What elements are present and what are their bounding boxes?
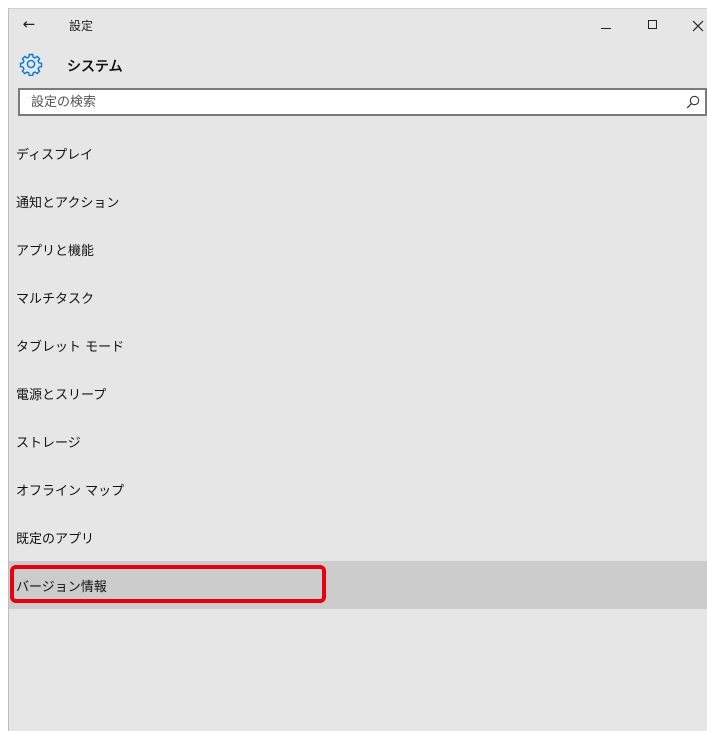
nav-item-about[interactable]: バージョン情報 (9, 561, 707, 609)
nav-item-label: バージョン情報 (16, 580, 107, 595)
nav-item-default-apps[interactable]: 既定のアプリ (9, 513, 707, 561)
title-bar: ← 設定 (9, 9, 707, 41)
page-header: システム (9, 51, 707, 81)
nav-item-label: 電源とスリープ (16, 388, 107, 403)
nav-item-display[interactable]: ディスプレイ (9, 129, 707, 177)
page-title: システム (67, 59, 123, 75)
nav-item-label: ストレージ (16, 436, 81, 451)
close-icon (692, 20, 704, 32)
search-box[interactable] (18, 88, 707, 116)
nav-item-apps-features[interactable]: アプリと機能 (9, 225, 707, 273)
back-button[interactable]: ← (19, 14, 39, 34)
minimize-button[interactable] (596, 15, 616, 35)
maximize-button[interactable] (643, 15, 663, 35)
close-button[interactable] (688, 15, 707, 35)
gear-icon (19, 53, 43, 76)
nav-item-power-sleep[interactable]: 電源とスリープ (9, 369, 707, 417)
nav-item-label: タブレット モード (16, 340, 125, 355)
search-icon[interactable] (685, 94, 701, 110)
nav-item-offline-maps[interactable]: オフライン マップ (9, 465, 707, 513)
nav-item-label: 通知とアクション (16, 196, 120, 211)
window-title: 設定 (69, 19, 94, 33)
nav-item-multitasking[interactable]: マルチタスク (9, 273, 707, 321)
nav-item-tablet-mode[interactable]: タブレット モード (9, 321, 707, 369)
settings-window: ← 設定 システム ディスプレイ 通知とア (8, 8, 707, 731)
nav-item-label: ディスプレイ (16, 148, 94, 163)
nav-item-storage[interactable]: ストレージ (9, 417, 707, 465)
nav-item-label: アプリと機能 (16, 244, 95, 259)
search-input[interactable] (20, 90, 671, 114)
nav-item-label: オフライン マップ (16, 484, 125, 499)
nav-item-label: マルチタスク (16, 292, 95, 307)
system-nav-list: ディスプレイ 通知とアクション アプリと機能 マルチタスク タブレット モード … (9, 129, 707, 609)
nav-item-notifications[interactable]: 通知とアクション (9, 177, 707, 225)
nav-item-label: 既定のアプリ (16, 532, 95, 547)
